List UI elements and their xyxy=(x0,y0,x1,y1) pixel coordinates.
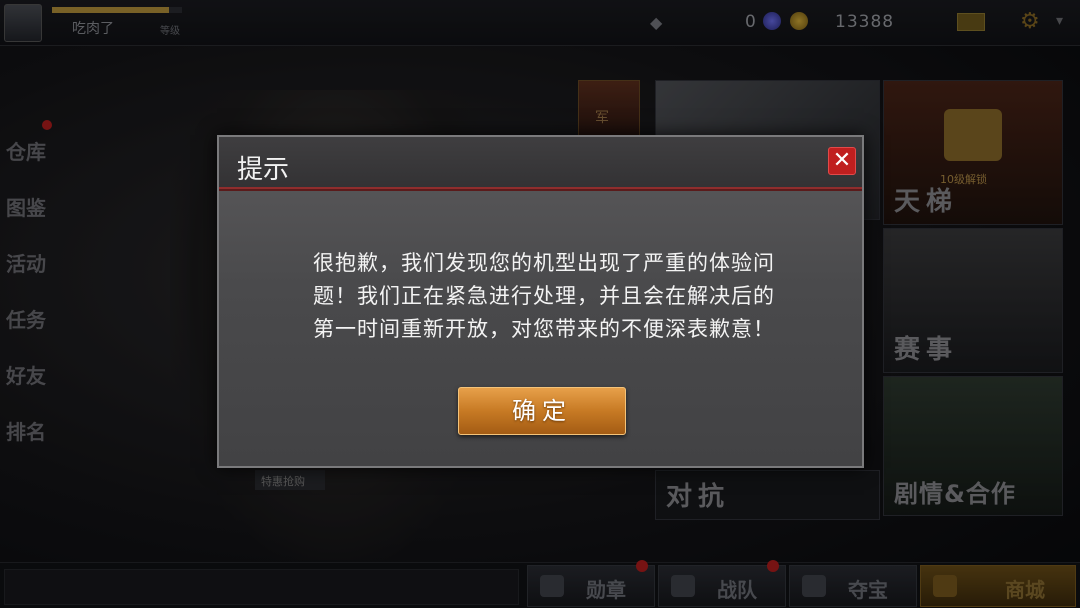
confirm-button[interactable]: 确定 xyxy=(458,387,626,435)
notice-dialog: 提示 ✕ 很抱歉，我们发现您的机型出现了严重的体验问 题！我们正在紧急进行处理，… xyxy=(217,135,864,468)
close-icon: ✕ xyxy=(832,148,852,173)
dialog-title: 提示 xyxy=(237,155,290,185)
dialog-message-line: 第一时间重新开放，对您带来的不便深表歉意！ xyxy=(313,317,775,341)
close-button[interactable]: ✕ xyxy=(828,147,856,175)
dialog-message-line: 题！我们正在紧急进行处理，并且会在解决后的 xyxy=(313,284,775,308)
dialog-header: 提示 ✕ xyxy=(219,137,862,191)
dialog-message-line: 很抱歉，我们发现您的机型出现了严重的体验问 xyxy=(313,251,775,275)
dialog-message: 很抱歉，我们发现您的机型出现了严重的体验问 题！我们正在紧急进行处理，并且会在解… xyxy=(259,247,829,346)
